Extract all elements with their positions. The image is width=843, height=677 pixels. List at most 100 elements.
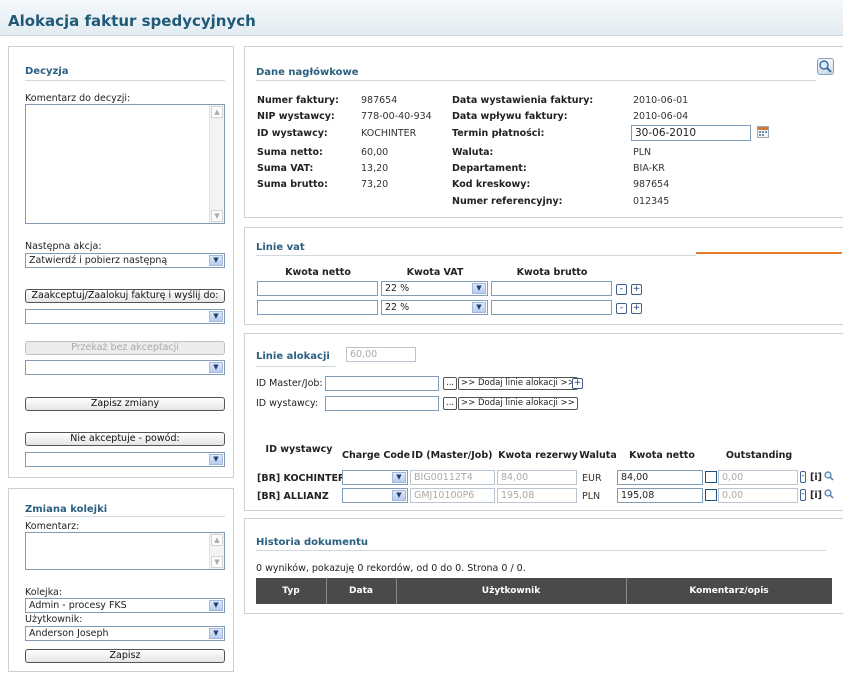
add-allocation-plus-button[interactable]: + [572,378,583,389]
chevron-down-icon[interactable]: ▼ [209,255,223,266]
scroll-down-icon[interactable]: ▼ [211,210,223,222]
queue-value: Admin - procesy FKS [29,600,127,611]
save-changes-button[interactable]: Zapisz zmiany [25,397,225,411]
pass-without-accept-button[interactable]: Przekaż bez akceptacji [25,341,225,355]
accent-line [696,252,842,254]
divider [25,516,225,517]
scrollbar[interactable]: ▲ ▼ [209,533,224,569]
reject-reason-button[interactable]: Nie akceptuje - powód: [25,432,225,446]
add-allocation-issuer-button[interactable]: >> Dodaj linie alokacji >> [458,397,578,410]
remove-allocation-button[interactable]: - [800,489,806,501]
chevron-down-icon[interactable]: ▼ [472,283,486,294]
decision-comment-textarea[interactable]: ▲ ▼ [25,104,225,224]
chevron-down-icon[interactable]: ▼ [209,362,223,373]
gross-sum-label: Suma brutto: [257,179,328,190]
alloc-row-outstanding-input[interactable]: 0,00 [718,470,798,485]
alloc-col-reserve: Kwota rezerwy [498,450,578,461]
chevron-down-icon[interactable]: ▼ [392,472,406,483]
issuer-id-input[interactable] [325,396,439,411]
decision-title: Decyzja [25,66,69,77]
alloc-row-master-input[interactable]: GMJ10100P6 [410,488,495,503]
chevron-down-icon[interactable]: ▼ [209,454,223,465]
issuer-id-value: KOCHINTER [361,128,417,139]
vat-net-input[interactable] [257,300,378,315]
currency-label: Waluta: [452,147,494,158]
user-select[interactable]: Anderson Joseph ▼ [25,626,225,641]
chevron-down-icon[interactable]: ▼ [392,490,406,501]
chevron-down-icon[interactable]: ▼ [472,302,486,313]
header-title: Dane nagłówkowe [256,67,359,78]
queue-save-button[interactable]: Zapisz [25,649,225,663]
vat-gross-input[interactable] [491,281,612,296]
reject-reason-select[interactable]: ▼ [25,452,225,467]
next-action-select[interactable]: Zatwierdź i pobierz następną ▼ [25,253,225,268]
history-summary: 0 wyników, pokazuję 0 rekordów, od 0 do … [256,563,526,574]
history-col-type[interactable]: Typ [256,586,326,596]
divider [256,550,826,551]
zoom-icon[interactable] [817,58,834,75]
send-to-select[interactable]: ▼ [25,309,225,324]
scroll-up-icon[interactable]: ▲ [211,534,223,546]
add-row-button[interactable]: + [631,284,642,295]
remove-allocation-button[interactable]: - [800,471,806,483]
alloc-row-reserve-input[interactable]: 84,00 [497,470,577,485]
issue-date-value: 2010-06-01 [633,95,689,106]
vat-gross-input[interactable] [491,300,612,315]
vat-net-input[interactable] [257,281,378,296]
barcode-value: 987654 [633,179,670,190]
remove-row-button[interactable]: - [616,284,627,295]
master-job-input[interactable] [325,376,439,391]
add-allocation-master-button[interactable]: >> Dodaj linie alokacji >> [458,377,578,390]
net-sum-label: Suma netto: [257,147,323,158]
vat-rate-select[interactable]: 22 % ▼ [381,300,488,315]
details-icon[interactable] [824,471,834,481]
alloc-row-master-input[interactable]: BIG00112T4 [410,470,495,485]
accept-allocate-button[interactable]: Zaakceptuj/Zaalokuj fakturę i wyślij do: [25,289,225,303]
alloc-col-charge: Charge Code [342,450,411,461]
alloc-col-master: ID (Master/Job) [411,450,493,461]
chevron-down-icon[interactable]: ▼ [209,628,223,639]
info-link[interactable]: [i] [810,472,822,483]
issuer-id-label-alloc: ID wystawcy: [256,398,319,409]
chevron-down-icon[interactable]: ▼ [209,600,223,611]
vat-rate-select[interactable]: 22 % ▼ [381,281,488,296]
queue-select[interactable]: Admin - procesy FKS ▼ [25,598,225,613]
vat-rate-value: 22 % [385,283,410,294]
scrollbar[interactable]: ▲ ▼ [209,105,224,223]
master-job-lookup-button[interactable]: ... [443,377,458,390]
queue-comment-textarea[interactable]: ▲ ▼ [25,532,225,570]
issuer-nip-value: 778-00-40-934 [361,111,432,122]
charge-code-select[interactable]: ▼ [342,488,408,503]
page-header: Alokacja faktur spedycyjnych [0,0,843,36]
alloc-row-net-input[interactable]: 195,08 [617,488,703,503]
divider [256,255,696,256]
payment-term-input[interactable]: 30-06-2010 [631,125,751,141]
queue-comment-label: Komentarz: [25,521,80,532]
scroll-down-icon[interactable]: ▼ [211,556,223,568]
history-title: Historia dokumentu [256,537,369,548]
history-col-comment[interactable]: Komentarz/opis [626,586,832,596]
reference-number-label: Numer referencyjny: [452,196,563,207]
add-row-button[interactable]: + [631,303,642,314]
scroll-up-icon[interactable]: ▲ [211,106,223,118]
alloc-row-checkbox[interactable] [705,489,717,501]
remove-row-button[interactable]: - [616,303,627,314]
currency-value: PLN [633,147,652,158]
issuer-id-label: ID wystawcy: [257,128,328,139]
details-icon[interactable] [824,489,834,499]
charge-code-select[interactable]: ▼ [342,470,408,485]
alloc-row-outstanding-input[interactable]: 0,00 [718,488,798,503]
pass-to-select[interactable]: ▼ [25,360,225,375]
alloc-row-checkbox[interactable] [705,471,717,483]
vat-title: Linie vat [256,242,305,253]
chevron-down-icon[interactable]: ▼ [209,311,223,322]
alloc-col-net: Kwota netto [629,450,695,461]
alloc-row-reserve-input[interactable]: 195,08 [497,488,577,503]
alloc-row-net-input[interactable]: 84,00 [617,470,703,485]
issuer-lookup-button[interactable]: ... [443,397,458,410]
history-col-date[interactable]: Data [326,586,396,596]
info-link[interactable]: [i] [810,490,822,501]
history-col-user[interactable]: Użytkownik [396,586,626,596]
calendar-icon[interactable] [757,126,769,138]
issuer-nip-label: NIP wystawcy: [257,111,335,122]
